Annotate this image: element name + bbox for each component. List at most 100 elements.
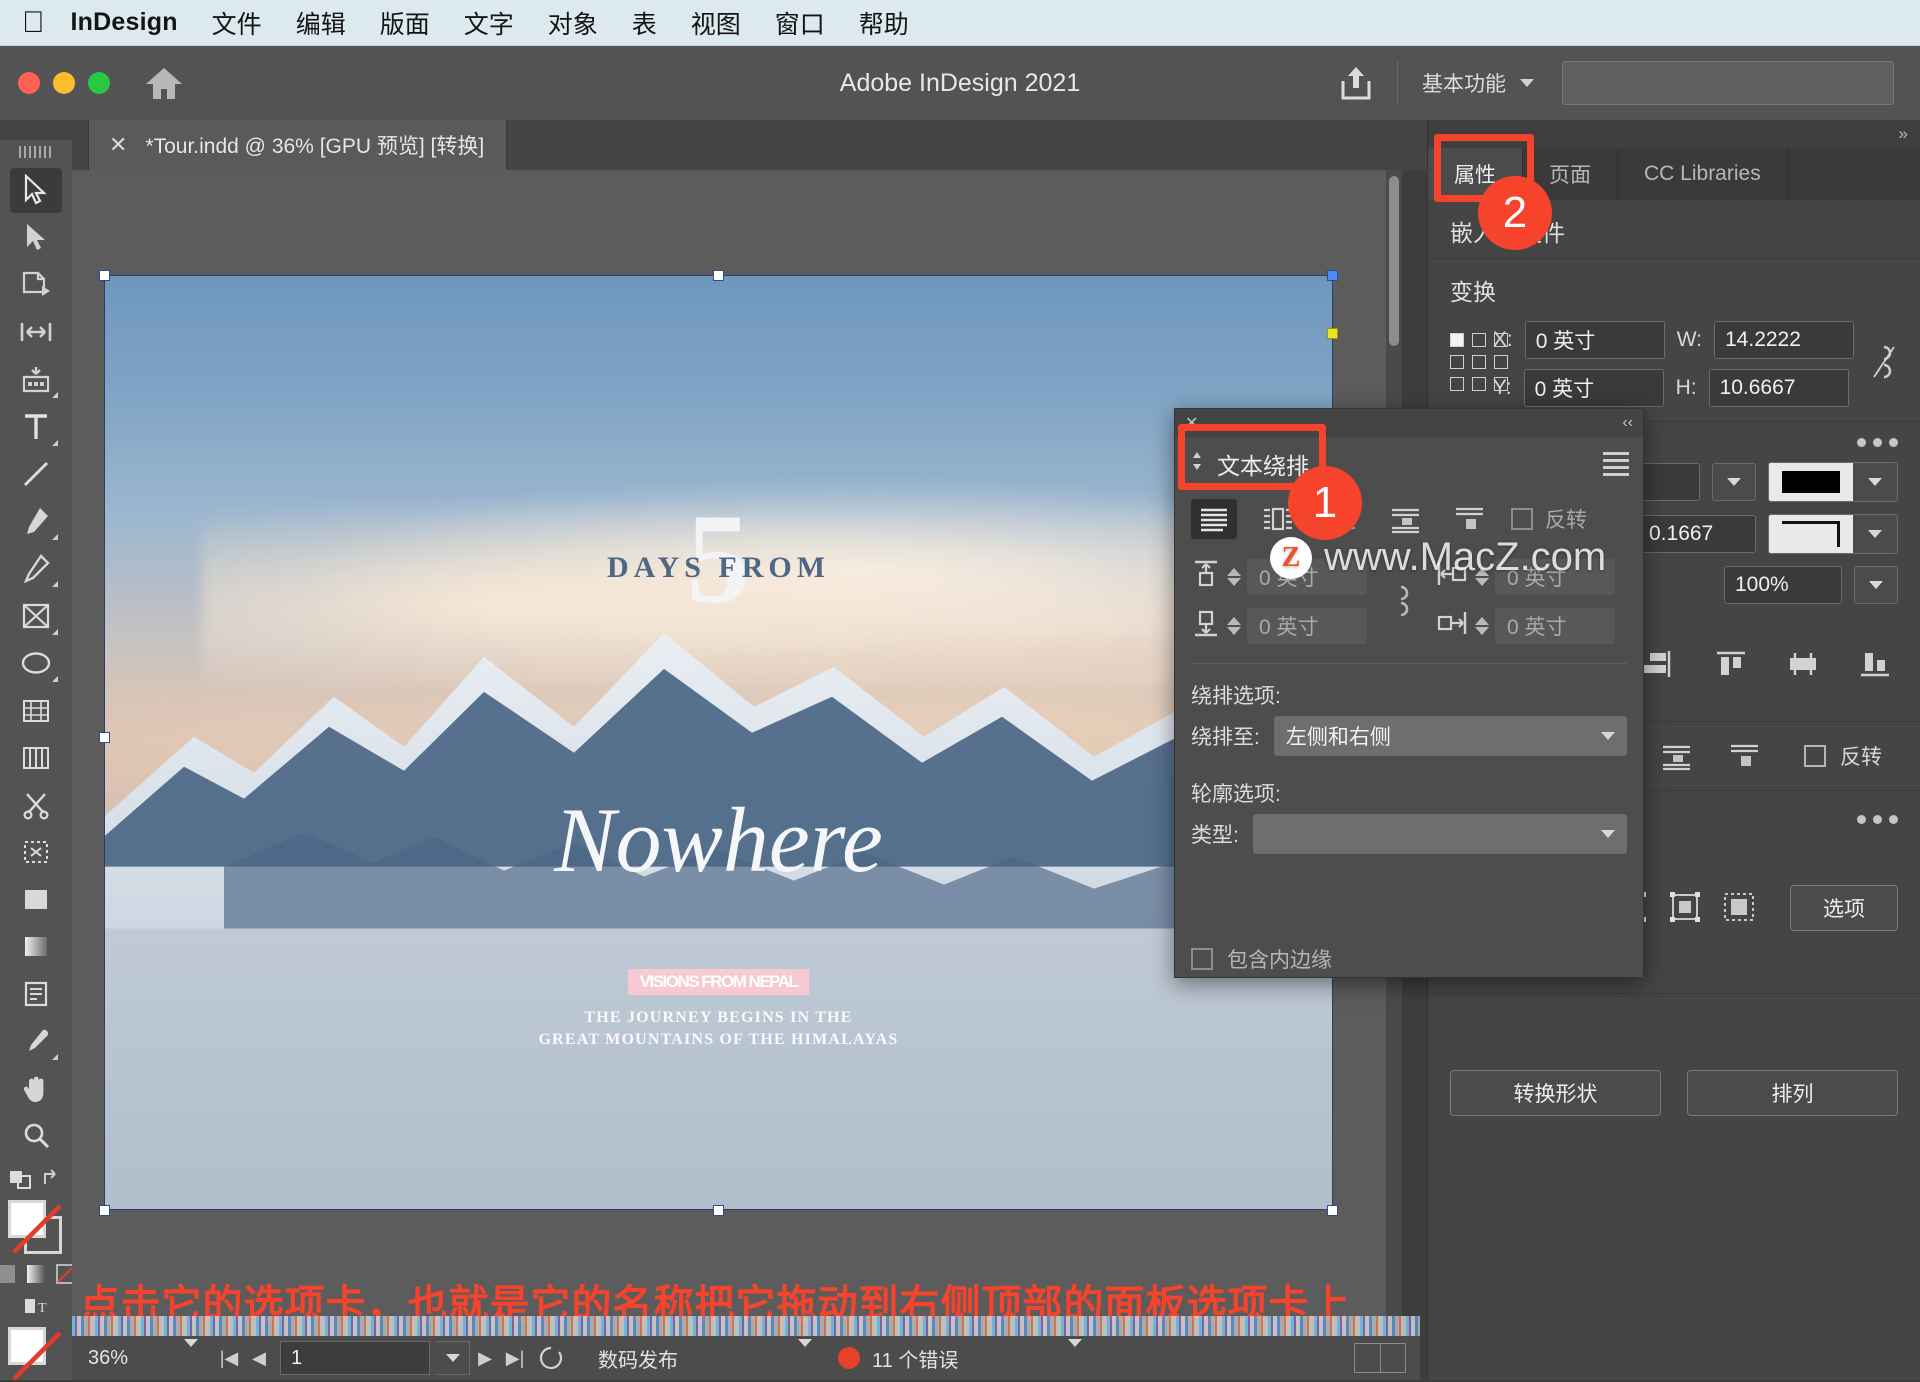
- preflight-icon[interactable]: [530, 1345, 572, 1371]
- wrap-to-select[interactable]: 左侧和右侧: [1274, 716, 1627, 756]
- menu-type[interactable]: 文字: [464, 5, 514, 41]
- center-content-icon[interactable]: [1665, 888, 1706, 928]
- preflight-profile-label[interactable]: 数码发布: [598, 1344, 678, 1373]
- document-page[interactable]: 5 DAYS FROM Nowhere VISIONS FROM NEPAL T…: [104, 275, 1333, 1210]
- stroke-color-dropdown-icon[interactable]: [1853, 463, 1897, 501]
- convert-shape-button[interactable]: 转换形状: [1450, 1070, 1661, 1116]
- wrap-jump-next-column-icon[interactable]: [1722, 736, 1768, 776]
- w-field[interactable]: 14.2222: [1714, 321, 1854, 359]
- menu-edit[interactable]: 编辑: [296, 5, 346, 41]
- align-top-edges-icon[interactable]: [1708, 644, 1754, 684]
- toolbar-drag-handle[interactable]: [19, 146, 53, 158]
- auto-fit-icon[interactable]: [1718, 888, 1759, 928]
- text-wrap-invert-row[interactable]: 反转: [1511, 504, 1587, 534]
- invert-checkbox[interactable]: [1804, 745, 1826, 767]
- ref-point-mr[interactable]: [1494, 355, 1508, 369]
- direct-selection-tool[interactable]: [10, 215, 62, 260]
- ref-point-bl[interactable]: [1450, 377, 1464, 391]
- selection-handle-top-center[interactable]: [713, 270, 724, 281]
- zoom-dropdown-icon[interactable]: [184, 1347, 198, 1370]
- panel-menu-icon[interactable]: [1603, 452, 1629, 476]
- ref-point-tc[interactable]: [1472, 333, 1486, 347]
- corner-style-button[interactable]: [1768, 514, 1898, 554]
- previous-page-icon[interactable]: ◀: [244, 1348, 274, 1369]
- offset-right-field[interactable]: 0 英寸: [1495, 608, 1615, 644]
- contour-type-select[interactable]: [1253, 814, 1627, 854]
- corner-style-swatch[interactable]: [1769, 515, 1853, 553]
- wrap-jump-object-icon[interactable]: [1383, 499, 1429, 539]
- selection-handle-bottom-right[interactable]: [1327, 1205, 1338, 1216]
- tab-cc-libraries[interactable]: CC Libraries: [1618, 148, 1788, 200]
- reference-point-proxy[interactable]: [1450, 333, 1477, 395]
- include-inside-edges-checkbox[interactable]: [1191, 948, 1213, 970]
- scrollbar-thumb[interactable]: [1389, 176, 1399, 346]
- menu-help[interactable]: 帮助: [859, 5, 909, 41]
- panel-collapse-icon[interactable]: »: [1899, 124, 1908, 144]
- selection-handle-top-right[interactable]: [1327, 270, 1338, 281]
- type-tool[interactable]: [10, 404, 62, 449]
- align-bottom-edges-icon[interactable]: [1852, 644, 1898, 684]
- menu-object[interactable]: 对象: [548, 5, 598, 41]
- search-input[interactable]: [1562, 61, 1894, 105]
- menu-view[interactable]: 视图: [691, 5, 741, 41]
- menu-table[interactable]: 表: [632, 5, 657, 41]
- next-page-icon[interactable]: ▶: [470, 1348, 500, 1369]
- selection-handle-middle-left[interactable]: [99, 732, 110, 743]
- text-wrap-collapse-icon[interactable]: ‹‹: [1622, 414, 1633, 432]
- ellipse-tool[interactable]: [10, 641, 62, 686]
- eyedropper-tool[interactable]: [10, 1019, 62, 1064]
- arrange-button[interactable]: 排列: [1687, 1070, 1898, 1116]
- fill-stroke-proxy[interactable]: [8, 1200, 64, 1257]
- free-transform-tool[interactable]: [10, 688, 62, 733]
- menu-window[interactable]: 窗口: [775, 5, 825, 41]
- first-page-icon[interactable]: |◀: [214, 1348, 244, 1369]
- h-field[interactable]: 10.6667: [1709, 369, 1849, 407]
- last-page-icon[interactable]: ▶|: [500, 1348, 530, 1369]
- corner-style-dropdown-icon[interactable]: [1853, 515, 1897, 553]
- page-layout-view-icon[interactable]: [1354, 1343, 1406, 1373]
- include-inside-edges-row[interactable]: 包含内边缘: [1175, 926, 1643, 992]
- maximize-window-button[interactable]: [88, 72, 110, 94]
- pencil-tool[interactable]: [10, 546, 62, 591]
- content-collector-tool[interactable]: [10, 357, 62, 402]
- line-tool[interactable]: [10, 452, 62, 497]
- ref-point-ml[interactable]: [1450, 355, 1464, 369]
- preflight-dropdown-icon[interactable]: [798, 1347, 812, 1370]
- rectangle-tool[interactable]: [10, 877, 62, 922]
- selection-handle-top-left[interactable]: [99, 270, 110, 281]
- selection-handle-bottom-left[interactable]: [99, 1205, 110, 1216]
- none-swatch-proxy[interactable]: [8, 1327, 64, 1380]
- ref-point-br[interactable]: [1494, 377, 1508, 391]
- wrap-none-icon[interactable]: [1191, 499, 1237, 539]
- stroke-color-swatch[interactable]: [1769, 463, 1853, 501]
- gradient-swatch-tool[interactable]: [10, 735, 62, 780]
- opacity-field[interactable]: 100%: [1724, 566, 1842, 604]
- page-number-field[interactable]: 1: [280, 1341, 430, 1375]
- app-name-label[interactable]: InDesign: [71, 8, 178, 37]
- corner-radius-handle[interactable]: [1327, 328, 1338, 339]
- menu-layout[interactable]: 版面: [380, 5, 430, 41]
- zoom-level-field[interactable]: 36%: [88, 1347, 168, 1370]
- close-window-button[interactable]: [18, 72, 40, 94]
- x-field[interactable]: 0 英寸: [1525, 321, 1665, 359]
- error-dropdown-icon[interactable]: [1068, 1347, 1082, 1370]
- stroke-color-button[interactable]: [1768, 462, 1898, 502]
- note-tool[interactable]: [10, 972, 62, 1017]
- selection-handle-bottom-center[interactable]: [713, 1205, 724, 1216]
- chain-link-icon[interactable]: [1375, 579, 1427, 623]
- invert-checkbox-row[interactable]: 反转: [1804, 741, 1882, 771]
- minimize-window-button[interactable]: [53, 72, 75, 94]
- offset-top-stepper[interactable]: [1227, 568, 1241, 586]
- ref-point-tr[interactable]: [1494, 333, 1508, 347]
- ref-point-mc[interactable]: [1472, 355, 1486, 369]
- corner-radius-field[interactable]: 0.1667: [1638, 515, 1756, 553]
- page-tool[interactable]: [10, 262, 62, 307]
- formatting-affects-container-icon[interactable]: [8, 1167, 34, 1196]
- text-wrap-panel[interactable]: ✕ ‹‹ 文本绕排 反转: [1174, 408, 1644, 978]
- fill-swatch[interactable]: [8, 1200, 46, 1238]
- zoom-tool[interactable]: [10, 1113, 62, 1158]
- apple-logo-icon[interactable]: : [22, 8, 45, 38]
- y-field[interactable]: 0 英寸: [1524, 369, 1664, 407]
- broken-link-icon[interactable]: [1870, 341, 1898, 388]
- offset-bottom-stepper[interactable]: [1227, 617, 1241, 635]
